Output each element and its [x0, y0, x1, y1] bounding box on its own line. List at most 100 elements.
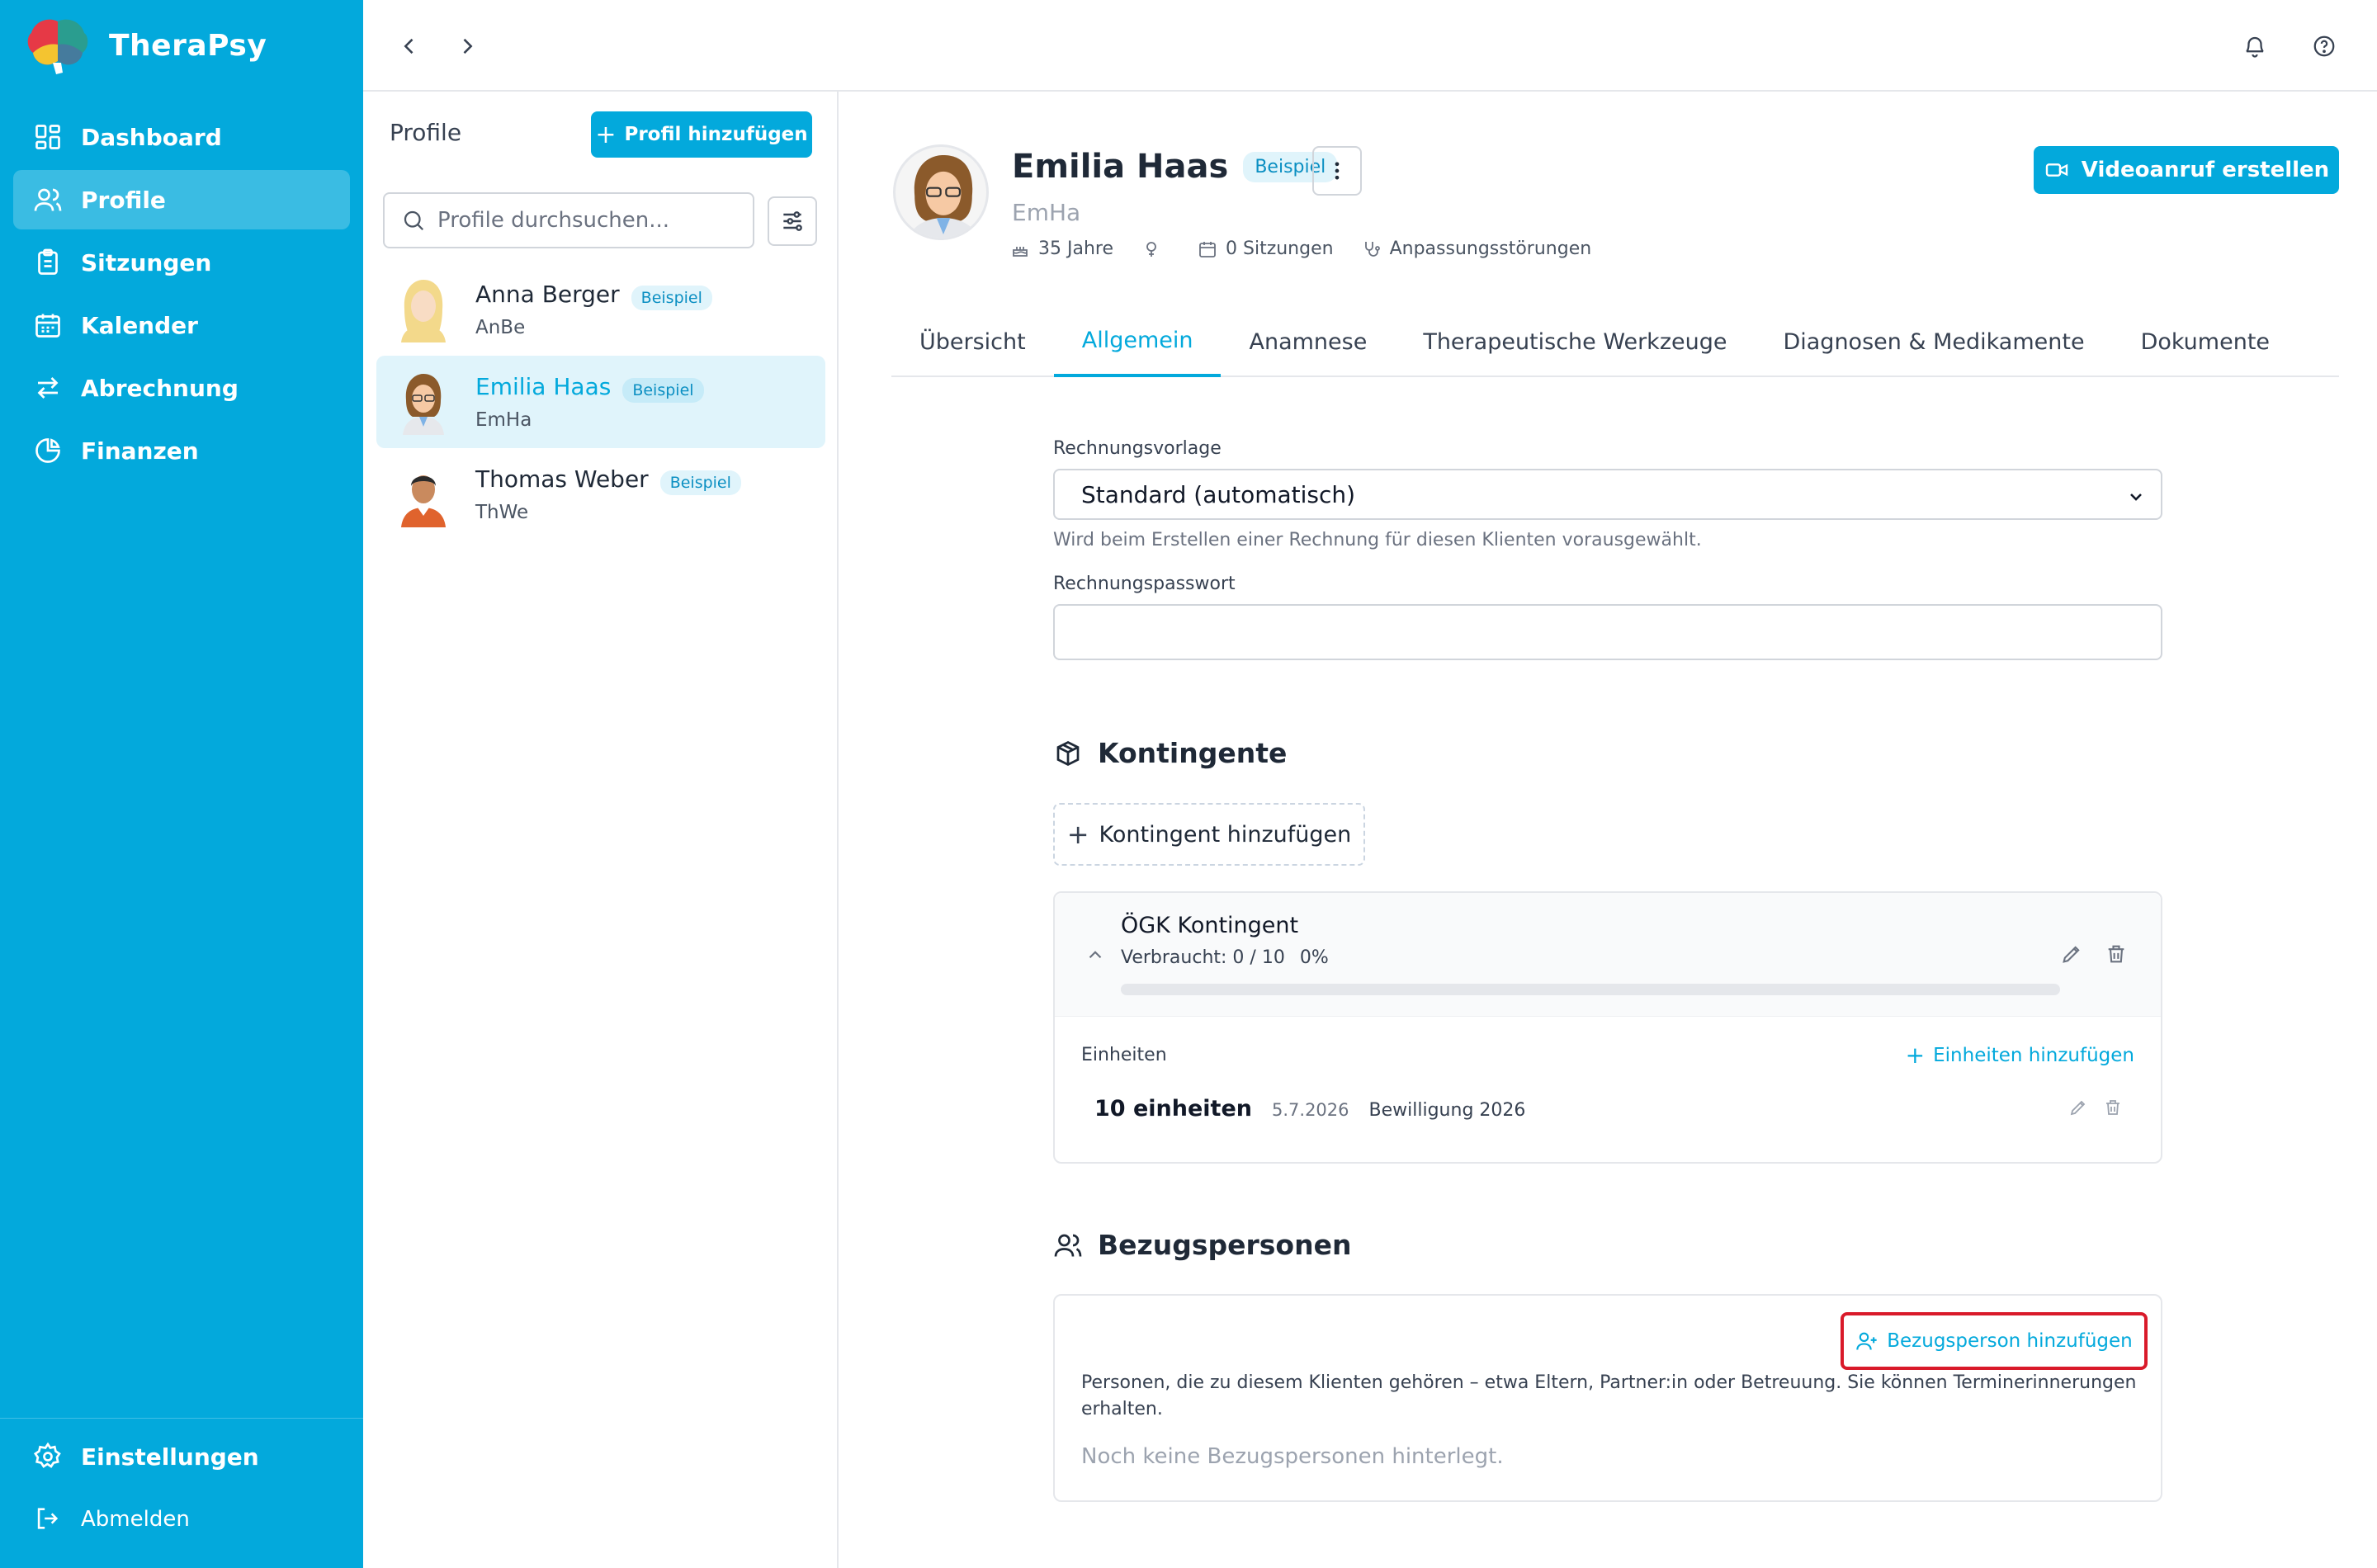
- brain-logo-icon: [25, 15, 92, 76]
- pencil-icon: [2063, 946, 2080, 963]
- client-age: 35 Jahre: [1010, 239, 1113, 259]
- add-units-button[interactable]: + Einheiten hinzufügen: [1906, 1041, 2134, 1069]
- client-meta: 35 Jahre 0 Sitzungen Anpassungsstörungen: [1010, 239, 1619, 259]
- chevron-right-icon: [463, 38, 473, 54]
- chevron-left-icon: [404, 38, 413, 54]
- kontingent-usage: Verbraucht: 0 / 10 0%: [1121, 947, 1329, 968]
- avatar: [395, 461, 452, 527]
- units-label: Einheiten: [1081, 1045, 1167, 1065]
- tab-anamnese[interactable]: Anamnese: [1221, 306, 1395, 377]
- notifications-button[interactable]: [2237, 28, 2273, 64]
- sidebar-item-label: Sitzungen: [81, 248, 212, 276]
- profiles-title: Profile: [390, 119, 462, 146]
- users-icon: [33, 185, 63, 215]
- female-icon: [1146, 241, 1156, 257]
- invoice-template-select[interactable]: Standard (automatisch): [1053, 469, 2162, 520]
- profile-search-input[interactable]: Profile durchsuchen...: [383, 192, 754, 248]
- calendar-icon: [33, 310, 63, 340]
- edit-kontingent-button[interactable]: [2060, 942, 2083, 966]
- client-detail: Emilia Haas Beispiel EmHa 35 Jahre 0 Sit…: [840, 92, 2377, 1568]
- client-initials: EmHa: [1012, 199, 1081, 226]
- invoice-password-input[interactable]: [1053, 604, 2162, 660]
- kontingent-card: ÖGK Kontingent Verbraucht: 0 / 10 0% Einh…: [1053, 891, 2162, 1164]
- sidebar-item-abmelden[interactable]: Abmelden: [13, 1490, 350, 1549]
- filter-button[interactable]: [768, 196, 817, 246]
- sidebar-item-sitzungen[interactable]: Sitzungen: [13, 233, 350, 292]
- trash-icon: [2106, 1100, 2119, 1115]
- arrows-exchange-icon: [33, 373, 63, 403]
- client-diagnosis: Anpassungsstörungen: [1362, 239, 1591, 259]
- example-badge: Beispiel: [659, 470, 741, 496]
- profile-item[interactable]: Anna Berger Beispiel AnBe: [376, 263, 825, 356]
- kontingent-name: ÖGK Kontingent: [1121, 913, 1299, 938]
- tab-diagnosen-medikamente[interactable]: Diagnosen & Medikamente: [1755, 306, 2112, 377]
- add-profile-button[interactable]: + Profil hinzufügen: [591, 111, 812, 158]
- kontingent-progress-bar: [1121, 984, 2060, 995]
- package-icon: [1056, 740, 1080, 766]
- topbar: [363, 0, 2377, 92]
- delete-units-button[interactable]: [2103, 1098, 2123, 1117]
- tab-dokumente[interactable]: Dokumente: [2113, 306, 2298, 377]
- client-name-row: Emilia Haas Beispiel: [1012, 148, 1338, 186]
- bezugspersonen-card: Bezugsperson hinzufügen Personen, die zu…: [1053, 1294, 2162, 1502]
- sidebar-item-label: Einstellungen: [81, 1443, 259, 1471]
- tab-allgemein[interactable]: Allgemein: [1053, 306, 1222, 377]
- sidebar-item-kalender[interactable]: Kalender: [13, 295, 350, 355]
- search-placeholder: Profile durchsuchen...: [437, 208, 670, 233]
- units-actions: [2053, 1098, 2123, 1117]
- chevron-up-icon[interactable]: [1085, 944, 1106, 966]
- brand[interactable]: TheraPsy: [25, 15, 267, 76]
- sidebar-item-label: Profile: [81, 186, 166, 214]
- invoice-password-label: Rechnungspasswort: [1053, 574, 1236, 594]
- plus-icon: +: [595, 120, 617, 149]
- delete-kontingent-button[interactable]: [2105, 942, 2128, 966]
- users-icon: [1054, 1234, 1082, 1257]
- plus-icon: +: [1905, 1041, 1926, 1069]
- client-sessions: 0 Sitzungen: [1198, 239, 1334, 259]
- tab-uebersicht[interactable]: Übersicht: [891, 306, 1054, 377]
- video-camera-icon: [2045, 163, 2067, 177]
- sidebar-item-einstellungen[interactable]: Einstellungen: [13, 1427, 350, 1486]
- clipboard-icon: [33, 248, 63, 277]
- sidebar-item-label: Abmelden: [81, 1507, 190, 1532]
- more-vertical-icon: [1335, 162, 1340, 180]
- sliders-icon: [783, 211, 802, 231]
- billing-form: Rechnungsvorlage Standard (automatisch) …: [1053, 438, 2162, 660]
- pencil-icon: [2070, 1100, 2086, 1116]
- sidebar-item-label: Dashboard: [81, 123, 222, 151]
- more-options-button[interactable]: [1312, 146, 1362, 196]
- sidebar-item-abrechnung[interactable]: Abrechnung: [13, 358, 350, 418]
- list-item: 10 einheiten 5.7.2026 Bewilligung 2026: [1094, 1096, 1526, 1122]
- client-avatar: [893, 144, 989, 240]
- help-button[interactable]: [2306, 28, 2342, 64]
- edit-units-button[interactable]: [2068, 1098, 2088, 1117]
- logout-icon: [33, 1504, 63, 1534]
- avatar: [395, 276, 452, 342]
- profile-item[interactable]: Emilia Haas Beispiel EmHa: [376, 356, 825, 448]
- sidebar-item-profile[interactable]: Profile: [13, 170, 350, 229]
- bezugspersonen-description: Personen, die zu diesem Klienten gehören…: [1081, 1372, 2137, 1419]
- invoice-template-help: Wird beim Erstellen einer Rechnung für d…: [1053, 530, 1702, 550]
- sidebar: TheraPsy Dashboard Profile Sitzungen Kal…: [0, 0, 363, 1568]
- bell-icon: [2246, 36, 2264, 58]
- add-bezugsperson-button[interactable]: Bezugsperson hinzufügen: [1841, 1312, 2148, 1370]
- sidebar-item-dashboard[interactable]: Dashboard: [13, 107, 350, 167]
- profile-item[interactable]: Thomas Weber Beispiel ThWe: [376, 448, 825, 541]
- cake-icon: [1013, 246, 1028, 257]
- sidebar-item-finanzen[interactable]: Finanzen: [13, 421, 350, 480]
- bezugspersonen-empty-state: Noch keine Bezugspersonen hinterlegt.: [1081, 1444, 1504, 1469]
- sidebar-item-label: Finanzen: [81, 437, 199, 465]
- app-name: TheraPsy: [109, 28, 267, 63]
- profile-list: Anna Berger Beispiel AnBe Emilia Haas Beis…: [376, 263, 825, 541]
- tab-therapeutische-werkzeuge[interactable]: Therapeutische Werkzeuge: [1395, 306, 1755, 377]
- client-name: Emilia Haas: [1012, 148, 1229, 186]
- create-video-call-button[interactable]: Videoanruf erstellen: [2034, 146, 2339, 194]
- stethoscope-icon: [1364, 241, 1380, 257]
- add-kontingent-button[interactable]: + Kontingent hinzufügen: [1053, 803, 1365, 866]
- back-button[interactable]: [391, 28, 428, 64]
- forward-button[interactable]: [449, 28, 485, 64]
- kontingent-actions: [2039, 942, 2128, 966]
- help-circle-icon: [2313, 35, 2335, 57]
- pie-chart-icon: [33, 436, 63, 465]
- kontingent-header[interactable]: ÖGK Kontingent Verbraucht: 0 / 10 0%: [1055, 893, 2161, 1017]
